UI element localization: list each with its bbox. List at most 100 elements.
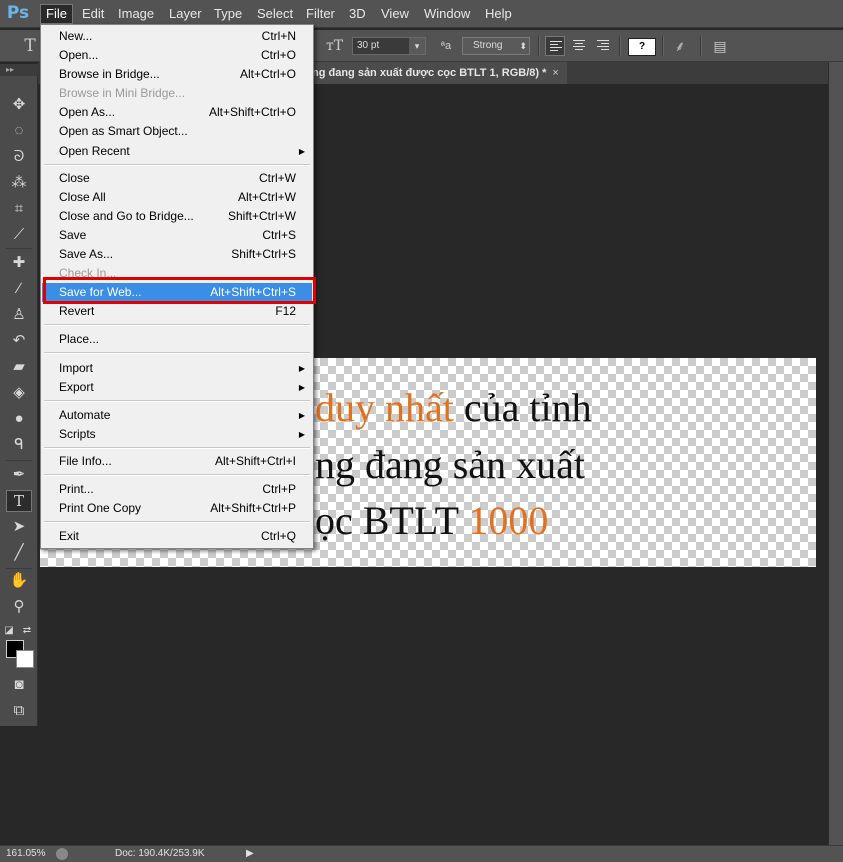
separator bbox=[662, 36, 664, 56]
separator bbox=[6, 460, 32, 461]
canvas-text-orange: duy nhất bbox=[315, 385, 454, 430]
menu-item-close-and-go-to-bridge[interactable]: Close and Go to Bridge... Shift+Ctrl+W bbox=[42, 207, 312, 226]
lasso-tool-icon[interactable]: ᘐ bbox=[6, 146, 32, 168]
menu-separator bbox=[44, 521, 310, 523]
line-tool-icon[interactable]: ╱ bbox=[6, 542, 32, 564]
menu-item-close[interactable]: Close Ctrl+W bbox=[42, 169, 312, 188]
menu-item-label: Open Recent bbox=[59, 144, 130, 158]
warp-text-icon[interactable]: ⸙ bbox=[672, 38, 688, 54]
magic-wand-tool-icon[interactable]: ⁂ bbox=[6, 172, 32, 194]
submenu-arrow-icon: ▶ bbox=[298, 383, 305, 392]
dodge-tool-icon[interactable]: ᑫ bbox=[6, 434, 32, 456]
canvas-text: của tỉnh bbox=[453, 385, 592, 430]
zoom-tool-icon[interactable]: ⚲ bbox=[6, 596, 32, 618]
pen-tool-icon[interactable]: ✒ bbox=[6, 464, 32, 486]
eraser-tool-icon[interactable]: ▰ bbox=[6, 356, 32, 378]
type-tool-preset-icon[interactable]: T bbox=[22, 38, 38, 55]
font-size-field[interactable]: 30 pt ▾ bbox=[352, 37, 426, 55]
menu-file[interactable]: File bbox=[40, 4, 73, 24]
menu-item-open[interactable]: Open... Ctrl+O bbox=[42, 46, 312, 65]
text-color-swatch[interactable]: ? bbox=[628, 38, 656, 56]
default-colors-icon[interactable]: ◪ bbox=[2, 620, 16, 642]
healing-brush-tool-icon[interactable]: ✚ bbox=[6, 252, 32, 274]
quick-mask-icon[interactable]: ◙ bbox=[6, 674, 32, 696]
menu-item-new[interactable]: New... Ctrl+N bbox=[42, 27, 312, 46]
zoom-level[interactable]: 161.05% bbox=[6, 846, 45, 862]
panel-dock-strip[interactable] bbox=[828, 62, 843, 846]
status-globe-icon bbox=[56, 848, 68, 860]
swap-colors-icon[interactable]: ⇄ bbox=[20, 620, 34, 642]
menu-image[interactable]: Image bbox=[113, 4, 159, 24]
menu-item-label: Exit bbox=[59, 529, 80, 543]
screen-mode-icon[interactable]: ⧉ bbox=[6, 700, 32, 722]
menu-item-label: Browse in Bridge... bbox=[59, 67, 160, 81]
font-size-dropdown-icon[interactable]: ▾ bbox=[409, 38, 425, 54]
antialias-select[interactable]: Strong ⬍ bbox=[462, 37, 530, 55]
menu-item-label: Open as Smart Object... bbox=[59, 124, 188, 138]
menu-item-open-recent[interactable]: Open Recent ▶ bbox=[42, 142, 312, 161]
menu-item-shortcut: Alt+Shift+Ctrl+P bbox=[210, 501, 296, 515]
close-tab-icon[interactable]: × bbox=[552, 67, 558, 79]
menu-layer[interactable]: Layer bbox=[164, 4, 207, 24]
menu-separator bbox=[44, 324, 310, 326]
menu-item-export[interactable]: Export ▶ bbox=[42, 378, 312, 397]
menu-item-automate[interactable]: Automate ▶ bbox=[42, 406, 312, 425]
path-selection-tool-icon[interactable]: ➤ bbox=[6, 516, 32, 538]
clone-stamp-tool-icon[interactable]: ♙ bbox=[6, 304, 32, 326]
character-panel-icon[interactable]: ▤ bbox=[712, 38, 728, 54]
canvas-text-line-2: ng đang sản xuất bbox=[315, 442, 585, 487]
menu-3d[interactable]: 3D bbox=[344, 4, 371, 24]
brush-tool-icon[interactable]: ∕ bbox=[6, 278, 32, 300]
menu-separator bbox=[44, 474, 310, 476]
background-color[interactable] bbox=[16, 650, 34, 668]
align-left-button[interactable] bbox=[545, 36, 565, 56]
align-center-button[interactable] bbox=[569, 36, 589, 56]
submenu-arrow-icon: ▶ bbox=[298, 430, 305, 439]
menu-item-save[interactable]: Save Ctrl+S bbox=[42, 226, 312, 245]
menu-item-shortcut: Alt+Ctrl+W bbox=[237, 190, 296, 204]
menu-item-browse-in-bridge[interactable]: Browse in Bridge... Alt+Ctrl+O bbox=[42, 65, 312, 84]
menu-separator bbox=[44, 352, 310, 354]
menu-item-scripts[interactable]: Scripts ▶ bbox=[42, 425, 312, 444]
menu-select[interactable]: Select bbox=[252, 4, 298, 24]
menu-type[interactable]: Type bbox=[209, 4, 247, 24]
menu-item-label: Close and Go to Bridge... bbox=[59, 209, 194, 223]
type-tool-icon[interactable]: T bbox=[6, 490, 32, 512]
eyedropper-tool-icon[interactable]: ⟋ bbox=[6, 224, 32, 246]
move-tool-icon[interactable]: ✥ bbox=[6, 94, 32, 116]
align-right-button[interactable] bbox=[593, 36, 613, 56]
menu-item-revert[interactable]: Revert F12 bbox=[42, 302, 312, 321]
menu-item-place[interactable]: Place... bbox=[42, 330, 312, 349]
menu-item-open-as-smart-object[interactable]: Open as Smart Object... bbox=[42, 122, 312, 141]
submenu-arrow-icon: ▶ bbox=[298, 364, 305, 373]
menu-item-import[interactable]: Import ▶ bbox=[42, 359, 312, 378]
menu-item-file-info[interactable]: File Info... Alt+Shift+Ctrl+I bbox=[42, 452, 312, 471]
hand-tool-icon[interactable]: ✋ bbox=[6, 570, 32, 592]
menu-item-print-one-copy[interactable]: Print One Copy Alt+Shift+Ctrl+P bbox=[42, 499, 312, 518]
menu-help[interactable]: Help bbox=[480, 4, 517, 24]
paint-bucket-tool-icon[interactable]: ◈ bbox=[6, 382, 32, 404]
document-tab[interactable]: ng đang sản xuất được cọc BTLT 1, RGB/8)… bbox=[308, 62, 567, 84]
menu-item-exit[interactable]: Exit Ctrl+Q bbox=[42, 527, 312, 546]
menu-filter[interactable]: Filter bbox=[301, 4, 340, 24]
annotation-highlight-box bbox=[43, 277, 316, 304]
menu-item-close-all[interactable]: Close All Alt+Ctrl+W bbox=[42, 188, 312, 207]
menu-item-open-as[interactable]: Open As... Alt+Shift+Ctrl+O bbox=[42, 103, 312, 122]
menu-item-print[interactable]: Print... Ctrl+P bbox=[42, 480, 312, 499]
menu-window[interactable]: Window bbox=[419, 4, 475, 24]
menu-item-browse-in-mini-bridge: Browse in Mini Bridge... bbox=[42, 84, 312, 103]
status-menu-arrow-icon[interactable]: ▶ bbox=[246, 846, 254, 862]
menu-view[interactable]: View bbox=[376, 4, 414, 24]
menu-item-shortcut: Alt+Shift+Ctrl+O bbox=[208, 105, 296, 119]
separator bbox=[700, 36, 702, 56]
menu-item-save-as[interactable]: Save As... Shift+Ctrl+S bbox=[42, 245, 312, 264]
marquee-tool-icon[interactable]: ◌ bbox=[6, 120, 32, 142]
menu-item-shortcut: Ctrl+O bbox=[260, 48, 296, 62]
crop-tool-icon[interactable]: ⌗ bbox=[6, 198, 32, 220]
menu-edit[interactable]: Edit bbox=[77, 4, 109, 24]
toolbox-collapse-icon[interactable]: ▸▸ bbox=[0, 64, 38, 76]
blur-tool-icon[interactable]: ● bbox=[6, 408, 32, 430]
menu-item-label: Browse in Mini Bridge... bbox=[59, 86, 186, 100]
menu-item-label: File Info... bbox=[59, 454, 112, 468]
history-brush-tool-icon[interactable]: ↶ bbox=[6, 330, 32, 352]
